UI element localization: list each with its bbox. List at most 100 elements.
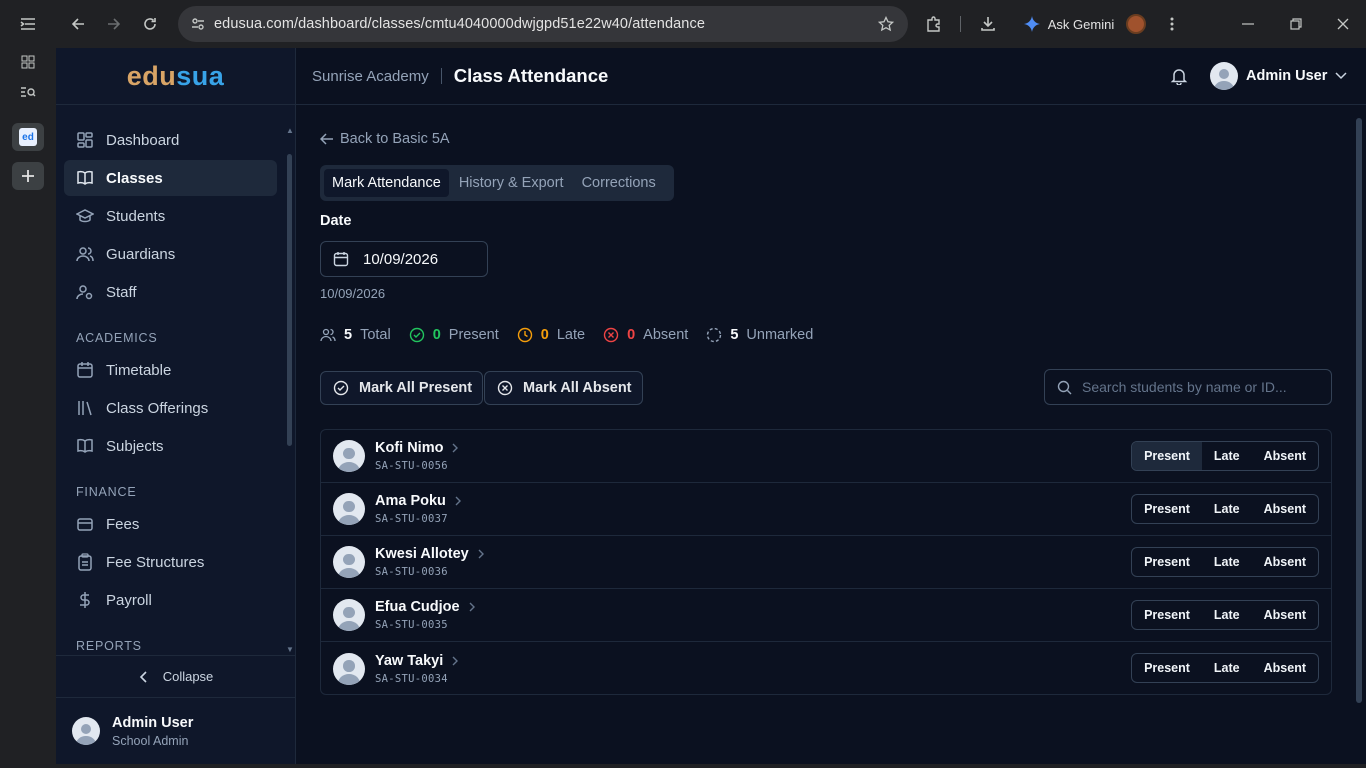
wallet-icon [77,518,93,531]
page-title: Class Attendance [453,65,609,86]
tab-strip-menu-icon[interactable] [12,10,44,38]
present-option[interactable]: Present [1132,442,1202,470]
extensions-icon[interactable] [922,6,946,42]
tab-corrections[interactable]: Corrections [574,169,664,197]
absent-option[interactable]: Absent [1252,495,1318,523]
present-option[interactable]: Present [1132,601,1202,629]
site-info-icon[interactable] [190,16,206,32]
sidebar-item-dashboard[interactable]: Dashboard [64,122,277,158]
edusua-logo[interactable]: edu sua [56,48,295,105]
sidebar-user-name: Admin User [112,714,194,731]
profile-avatar-icon[interactable] [1124,6,1148,42]
chrome-menu-icon[interactable] [1160,6,1184,42]
bell-icon[interactable] [1170,67,1188,85]
absent-option[interactable]: Absent [1252,654,1318,682]
scroll-down-icon[interactable]: ▼ [286,645,294,654]
tab-groups-icon[interactable] [12,48,44,76]
edusua-tab-favicon[interactable]: ed [12,123,44,151]
absent-option[interactable]: Absent [1252,601,1318,629]
users-icon [320,328,336,342]
sidebar-item-label: Staff [106,283,137,301]
tab-mark-attendance[interactable]: Mark Attendance [324,169,449,197]
header-user-name: Admin User [1246,68,1328,84]
sidebar-item-payroll[interactable]: Payroll [64,582,277,618]
forward-arrow-icon[interactable] [96,6,132,42]
minimize-icon[interactable] [1236,6,1260,42]
present-option[interactable]: Present [1132,654,1202,682]
chevron-right-icon [455,496,461,506]
breadcrumb-school[interactable]: Sunrise Academy [312,68,429,85]
collapse-button[interactable]: Collapse [56,655,296,697]
student-id: SA-STU-0036 [375,566,448,578]
date-picker[interactable]: 10/09/2026 [320,241,488,277]
sidebar-item-label: Class Offerings [106,399,209,417]
late-option[interactable]: Late [1202,601,1252,629]
tab-history-export[interactable]: History & Export [451,169,572,197]
sidebar-item-label: Fee Structures [106,553,205,571]
list-item: Ama Poku SA-STU-0037 Present Late Absent [321,483,1331,536]
student-name: Ama Poku [375,493,446,509]
window-bottom-edge [0,764,1366,768]
student-name-link[interactable]: Kofi Nimo [375,440,459,456]
status-toggle: Present Late Absent [1131,494,1319,524]
tab-search-icon[interactable] [12,78,44,106]
check-circle-icon [333,380,349,396]
avatar [333,599,365,631]
stat-absent: 0 Absent [603,327,688,343]
present-option[interactable]: Present [1132,548,1202,576]
student-name-link[interactable]: Efua Cudjoe [375,599,476,615]
ask-gemini-button[interactable]: Ask Gemini [1016,6,1122,42]
reload-icon[interactable] [132,6,168,42]
sidebar-user-profile[interactable]: Admin User School Admin [56,697,296,764]
sidebar-item-fees[interactable]: Fees [64,506,277,542]
sidebar-item-students[interactable]: Students [64,198,277,234]
restore-icon[interactable] [1284,6,1308,42]
student-name-link[interactable]: Kwesi Allotey [375,546,485,562]
absent-option[interactable]: Absent [1252,442,1318,470]
back-link[interactable]: Back to Basic 5A [320,131,450,147]
stat-unmarked-count: 5 [730,327,739,343]
scroll-up-icon[interactable]: ▲ [286,126,294,135]
sidebar-item-timetable[interactable]: Timetable [64,352,277,388]
stat-absent-count: 0 [627,327,636,343]
mark-all-absent-button[interactable]: Mark All Absent [484,371,643,405]
mark-all-present-button[interactable]: Mark All Present [320,371,484,405]
avatar [333,440,365,472]
late-option[interactable]: Late [1202,548,1252,576]
present-option[interactable]: Present [1132,495,1202,523]
date-value: 10/09/2026 [363,250,439,268]
sidebar-item-classes[interactable]: Classes [64,160,277,196]
graduation-cap-icon [76,209,94,223]
stat-unmarked-label: Unmarked [746,327,814,343]
clipboard-list-icon [78,553,92,571]
sidebar-item-staff[interactable]: Staff [64,274,277,310]
sidebar-nav: Dashboard Classes Students Guardians Sta… [56,105,296,655]
logo-edu: edu [126,60,177,91]
late-option[interactable]: Late [1202,495,1252,523]
status-toggle: Present Late Absent [1131,653,1319,683]
avatar [72,717,100,745]
address-bar[interactable]: edusua.com/dashboard/classes/cmtu4040000… [178,6,908,42]
sidebar-item-subjects[interactable]: Subjects [64,428,277,464]
student-search-input[interactable]: Search students by name or ID... [1044,369,1332,405]
sidebar-item-fee-structures[interactable]: Fee Structures [64,544,277,580]
avatar [333,493,365,525]
new-tab-icon[interactable] [12,162,44,190]
absent-option[interactable]: Absent [1252,548,1318,576]
chevron-right-icon [469,602,475,612]
late-option[interactable]: Late [1202,654,1252,682]
header-user-menu[interactable]: Admin User [1210,62,1347,90]
close-window-icon[interactable] [1331,6,1355,42]
mark-all-present-label: Mark All Present [359,380,473,396]
back-arrow-icon[interactable] [60,6,96,42]
downloads-icon[interactable] [976,6,1000,42]
main-scrollbar[interactable] [1356,118,1362,703]
student-name-link[interactable]: Ama Poku [375,493,462,509]
bookmark-star-icon[interactable] [878,16,894,32]
sidebar-item-class-offerings[interactable]: Class Offerings [64,390,277,426]
sidebar-item-guardians[interactable]: Guardians [64,236,277,272]
search-placeholder: Search students by name or ID... [1082,379,1287,395]
student-name-link[interactable]: Yaw Takyi [375,653,459,669]
late-option[interactable]: Late [1202,442,1252,470]
sidebar-scrollbar[interactable] [287,154,292,446]
